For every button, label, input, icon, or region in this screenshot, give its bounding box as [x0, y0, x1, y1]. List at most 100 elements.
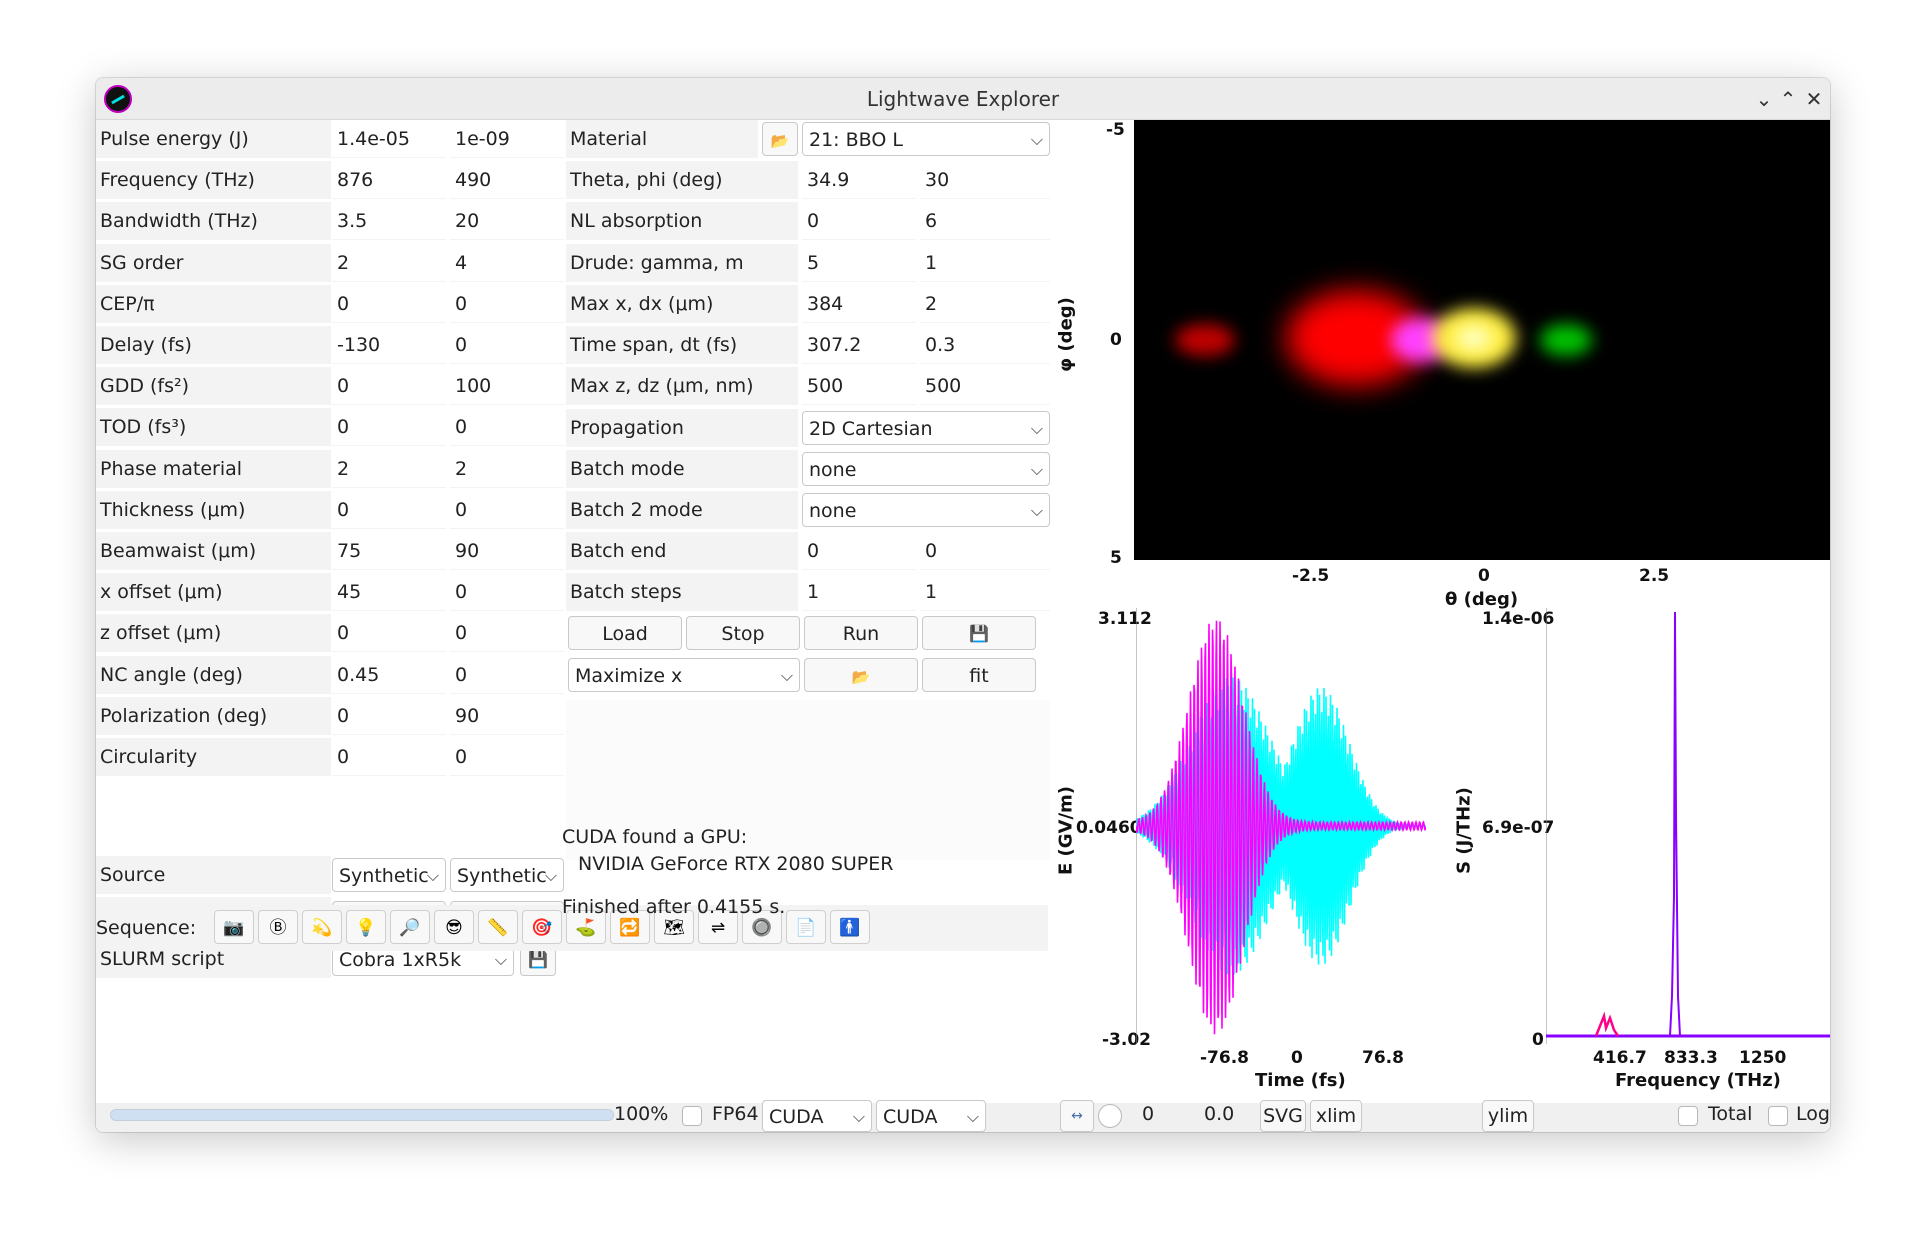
param-input-2[interactable]: 0 — [450, 285, 564, 323]
main-content: Pulse energy (J) 1.4e-05 1e-09 Frequency (T… — [96, 120, 1830, 1132]
crystal-param-input-1[interactable]: 500 — [802, 367, 916, 405]
chevron-down-icon: ⌵ — [426, 866, 439, 885]
crystal-param-input-1[interactable]: 34.9 — [802, 161, 916, 199]
sequence-insert-icon[interactable]: 📏 — [478, 910, 518, 944]
param-input-1[interactable]: 3.5 — [332, 202, 446, 240]
sequence-insert-icon[interactable]: 😎 — [434, 910, 474, 944]
material-open-button[interactable]: 📂 — [762, 122, 798, 156]
console-line-2: NVIDIA GeForce RTX 2080 SUPER — [578, 853, 894, 875]
minimize-icon[interactable]: ⌄ — [1752, 87, 1776, 111]
crystal-param-label: NL absorption — [566, 202, 798, 240]
slider-handle[interactable] — [1098, 1104, 1122, 1128]
sequence-insert-icon[interactable]: Ⓑ — [258, 910, 298, 944]
param-input-1[interactable]: 75 — [332, 532, 446, 570]
batch-end-input-1[interactable]: 0 — [802, 532, 916, 570]
param-label: Phase material — [96, 450, 331, 488]
progress-fill — [111, 1110, 613, 1120]
svg-button[interactable]: SVG — [1260, 1100, 1306, 1132]
fp64-label: FP64 — [712, 1103, 759, 1125]
param-input-1[interactable]: 1.4e-05 — [332, 120, 446, 158]
crystal-param-input-1[interactable]: 5 — [802, 244, 916, 282]
param-input-2[interactable]: 0 — [450, 491, 564, 529]
param-input-2[interactable]: 0 — [450, 573, 564, 611]
param-label: x offset (μm) — [96, 573, 331, 611]
param-input-1[interactable]: 0 — [332, 614, 446, 652]
batch-steps-input-2[interactable]: 1 — [920, 573, 1050, 611]
param-input-2[interactable]: 0 — [450, 408, 564, 446]
load-button[interactable]: Load — [568, 616, 682, 650]
crystal-param-input-1[interactable]: 0 — [802, 202, 916, 240]
log-checkbox[interactable] — [1768, 1106, 1788, 1126]
crystal-param-input-2[interactable]: 30 — [920, 161, 1050, 199]
fit-button[interactable]: fit — [922, 658, 1036, 692]
param-input-2[interactable]: 90 — [450, 532, 564, 570]
sequence-insert-icon[interactable]: 📷 — [214, 910, 254, 944]
crystal-param-input-1[interactable]: 307.2 — [802, 326, 916, 364]
run-button[interactable]: Run — [804, 616, 918, 650]
propagation-select[interactable]: 2D Cartesian ⌵ — [802, 411, 1050, 445]
progress-bar — [110, 1109, 614, 1121]
slider-reset-icon[interactable]: ↔ — [1060, 1100, 1094, 1132]
param-input-2[interactable]: 0 — [450, 326, 564, 364]
sequence-insert-icon[interactable]: 💫 — [302, 910, 342, 944]
time-y-label: E (GV/m) — [1055, 785, 1077, 876]
param-input-1[interactable]: 0.45 — [332, 656, 446, 694]
sequence-insert-icon[interactable]: 💡 — [346, 910, 386, 944]
sequence-insert-icon[interactable]: 🎯 — [522, 910, 562, 944]
batch2-mode-select[interactable]: none ⌵ — [802, 493, 1050, 527]
param-input-2[interactable]: 90 — [450, 697, 564, 735]
time-x-tick-right: 76.8 — [1362, 1048, 1404, 1068]
beam-y-tick-top: -5 — [1106, 120, 1125, 140]
ylim-button[interactable]: ylim — [1482, 1100, 1534, 1132]
total-checkbox[interactable] — [1678, 1106, 1698, 1126]
save-results-button[interactable]: 💾 — [922, 616, 1036, 650]
param-input-1[interactable]: 2 — [332, 244, 446, 282]
time-x-tick-mid: 0 — [1291, 1048, 1303, 1068]
batch2-mode-select-value: none — [809, 500, 857, 522]
fp64-checkbox[interactable] — [682, 1106, 702, 1126]
param-input-2[interactable]: 4 — [450, 244, 564, 282]
param-input-1[interactable]: 0 — [332, 408, 446, 446]
param-input-1[interactable]: 0 — [332, 491, 446, 529]
param-input-2[interactable]: 0 — [450, 614, 564, 652]
param-input-1[interactable]: 45 — [332, 573, 446, 611]
batch-mode-select[interactable]: none ⌵ — [802, 452, 1050, 486]
fit-mode-select[interactable]: Maximize x ⌵ — [568, 658, 800, 692]
crystal-param-input-2[interactable]: 6 — [920, 202, 1050, 240]
material-select[interactable]: 21: BBO L ⌵ — [802, 122, 1050, 156]
crystal-param-input-2[interactable]: 500 — [920, 367, 1050, 405]
param-input-1[interactable]: 0 — [332, 367, 446, 405]
device-select-2[interactable]: CUDA ⌵ — [876, 1100, 986, 1132]
param-input-2[interactable]: 20 — [450, 202, 564, 240]
param-input-1[interactable]: 0 — [332, 285, 446, 323]
param-input-1[interactable]: 0 — [332, 738, 446, 776]
spectrum-plot-svg — [1545, 608, 1830, 1044]
device-select-1[interactable]: CUDA ⌵ — [762, 1100, 872, 1132]
crystal-param-input-1[interactable]: 384 — [802, 285, 916, 323]
save-icon: 💾 — [528, 950, 548, 969]
crystal-param-input-2[interactable]: 0.3 — [920, 326, 1050, 364]
stop-button[interactable]: Stop — [686, 616, 800, 650]
param-input-1[interactable]: -130 — [332, 326, 446, 364]
param-input-1[interactable]: 0 — [332, 697, 446, 735]
param-input-1[interactable]: 876 — [332, 161, 446, 199]
crystal-param-input-2[interactable]: 1 — [920, 244, 1050, 282]
close-icon[interactable]: ✕ — [1802, 87, 1826, 111]
param-input-1[interactable]: 2 — [332, 450, 446, 488]
batch-end-input-2[interactable]: 0 — [920, 532, 1050, 570]
maximize-icon[interactable]: ⌃ — [1776, 87, 1800, 111]
param-input-2[interactable]: 1e-09 — [450, 120, 564, 158]
param-input-2[interactable]: 490 — [450, 161, 564, 199]
param-input-2[interactable]: 0 — [450, 656, 564, 694]
xlim-button[interactable]: xlim — [1310, 1100, 1362, 1132]
param-input-2[interactable]: 100 — [450, 367, 564, 405]
progress-text: 100% — [614, 1103, 669, 1125]
sequence-insert-icon[interactable]: 🔎 — [390, 910, 430, 944]
param-input-2[interactable]: 0 — [450, 738, 564, 776]
source-select-1[interactable]: Synthetic ⌵ — [332, 858, 446, 892]
fit-open-button[interactable]: 📂 — [804, 658, 918, 692]
source-select-2[interactable]: Synthetic ⌵ — [450, 858, 564, 892]
crystal-param-input-2[interactable]: 2 — [920, 285, 1050, 323]
batch-steps-input-1[interactable]: 1 — [802, 573, 916, 611]
param-input-2[interactable]: 2 — [450, 450, 564, 488]
